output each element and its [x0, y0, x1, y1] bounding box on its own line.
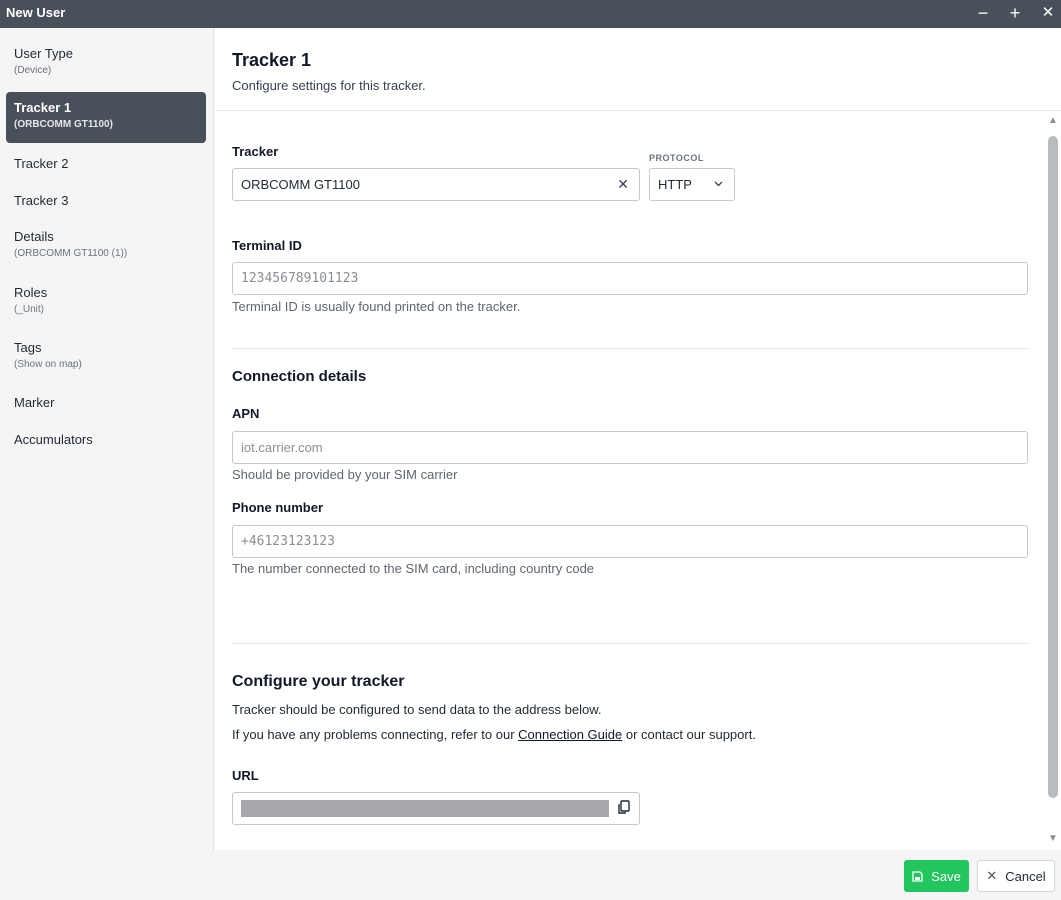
- sidebar-item-label: Tags: [14, 340, 42, 355]
- close-icon[interactable]: ✕: [617, 169, 629, 200]
- connection-guide-link[interactable]: Connection Guide: [518, 727, 622, 742]
- apn-placeholder: iot.carrier.com: [241, 440, 323, 455]
- save-icon: [912, 870, 923, 882]
- protocol-select[interactable]: HTTP: [649, 168, 735, 201]
- page-title: Tracker 1: [232, 50, 312, 70]
- sidebar-item-details[interactable]: Details (ORBCOMM GT1100 (1)): [6, 221, 206, 267]
- sidebar-item-accumulators[interactable]: Accumulators: [6, 424, 206, 455]
- sidebar-item-tracker-2[interactable]: Tracker 2: [6, 148, 206, 179]
- window-title: New User: [6, 5, 66, 20]
- url-field: [232, 792, 640, 825]
- configure-help-prefix: If you have any problems connecting, ref…: [232, 727, 519, 742]
- sidebar-item-tracker-3[interactable]: Tracker 3: [6, 185, 206, 216]
- terminal-id-input[interactable]: 123456789101123: [232, 262, 1028, 295]
- protocol-value: HTTP: [658, 177, 692, 192]
- dialog-footer: Save ✕ Cancel: [0, 850, 1061, 900]
- sidebar-item-label: Roles: [14, 285, 48, 300]
- chevron-down-icon: [714, 181, 723, 187]
- tracker-select[interactable]: ORBCOMM GT1100 ✕: [232, 168, 640, 201]
- section-divider: [232, 348, 1028, 349]
- sidebar-item-label: Tracker 2: [14, 156, 69, 171]
- main-panel: Tracker 1 Configure settings for this tr…: [215, 28, 1061, 850]
- sidebar-item-sublabel: (ORBCOMM GT1100 (1)): [14, 248, 128, 259]
- configure-help-suffix: or contact our support.: [622, 727, 756, 742]
- sidebar-item-label: Tracker 3: [14, 193, 69, 208]
- sidebar-item-label: Accumulators: [14, 432, 93, 447]
- scroll-down-icon[interactable]: ▼: [1047, 834, 1059, 844]
- terminal-id-label: Terminal ID: [232, 238, 302, 253]
- scroll-up-icon[interactable]: ▲: [1047, 116, 1059, 126]
- save-button[interactable]: Save: [904, 860, 969, 892]
- apn-helper: Should be provided by your SIM carrier: [232, 467, 458, 482]
- configure-tracker-title: Configure your tracker: [232, 673, 405, 690]
- phone-number-input[interactable]: +46123123123: [232, 525, 1028, 558]
- url-label: URL: [232, 768, 259, 783]
- sidebar-item-sublabel: (ORBCOMM GT1100): [14, 119, 113, 130]
- section-divider: [232, 643, 1028, 644]
- cancel-button-label: Cancel: [1005, 868, 1046, 884]
- protocol-label: PROTOCOL: [649, 153, 704, 163]
- sidebar-item-tags[interactable]: Tags (Show on map): [6, 332, 206, 378]
- content-scrollbar[interactable]: ▲ ▼: [1046, 116, 1060, 846]
- close-icon: ✕: [986, 868, 998, 883]
- cancel-button[interactable]: ✕ Cancel: [977, 860, 1055, 892]
- window-titlebar: New User − + ✕: [0, 0, 1061, 28]
- sidebar-item-sublabel: (Device): [14, 65, 52, 76]
- sidebar-item-label: Tracker 1: [14, 100, 72, 115]
- apn-input[interactable]: iot.carrier.com: [232, 431, 1028, 464]
- page-subtitle: Configure settings for this tracker.: [232, 78, 426, 93]
- sidebar-item-label: Marker: [14, 395, 55, 410]
- sidebar-item-sublabel: (Show on map): [14, 359, 82, 370]
- phone-number-placeholder: +46123123123: [241, 534, 335, 549]
- copy-icon[interactable]: [617, 800, 631, 815]
- save-button-label: Save: [931, 868, 961, 884]
- sidebar-item-user-type[interactable]: User Type (Device): [6, 38, 206, 84]
- phone-number-label: Phone number: [232, 500, 324, 515]
- sidebar-item-marker[interactable]: Marker: [6, 387, 206, 418]
- sidebar-item-roles[interactable]: Roles (_Unit): [6, 277, 206, 323]
- phone-number-helper: The number connected to the SIM card, in…: [232, 561, 595, 576]
- url-value-redacted: [241, 800, 609, 817]
- configure-help-text: If you have any problems connecting, ref…: [232, 727, 756, 742]
- connection-details-title: Connection details: [232, 368, 367, 385]
- sidebar-nav: User Type (Device) Tracker 1 (ORBCOMM GT…: [0, 28, 214, 850]
- tracker-label: Tracker: [232, 144, 279, 159]
- terminal-id-helper: Terminal ID is usually found printed on …: [232, 299, 521, 314]
- maximize-button[interactable]: +: [1003, 3, 1027, 25]
- sidebar-item-label: Details: [14, 229, 54, 244]
- minimize-button[interactable]: −: [971, 3, 995, 25]
- sidebar-item-sublabel: (_Unit): [14, 304, 45, 315]
- scroll-thumb[interactable]: [1048, 136, 1058, 798]
- apn-label: APN: [232, 406, 260, 421]
- page-header: Tracker 1 Configure settings for this tr…: [215, 28, 1061, 111]
- sidebar-item-tracker-1[interactable]: Tracker 1 (ORBCOMM GT1100): [6, 92, 206, 143]
- sidebar-item-label: User Type: [14, 46, 74, 61]
- tracker-value: ORBCOMM GT1100: [241, 177, 360, 192]
- close-window-button[interactable]: ✕: [1036, 3, 1060, 25]
- configure-tracker-text: Tracker should be configured to send dat…: [232, 702, 602, 717]
- terminal-id-placeholder: 123456789101123: [241, 271, 359, 286]
